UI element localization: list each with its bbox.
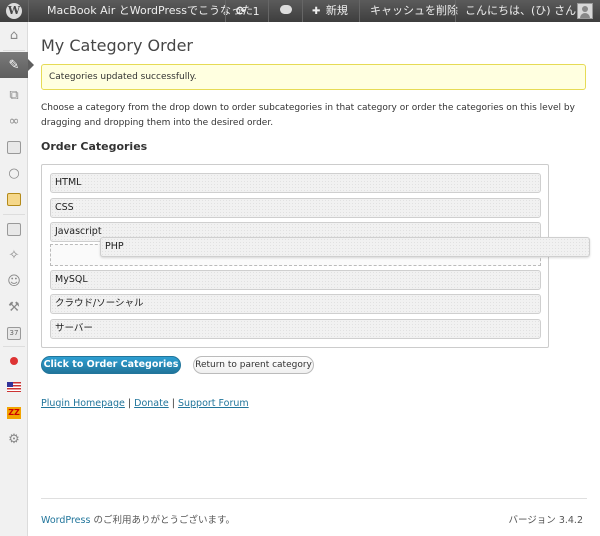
avatar[interactable] <box>577 3 593 19</box>
links-icon[interactable]: ∞ <box>0 108 28 134</box>
plus-icon: ✚ <box>312 6 321 17</box>
settings-icon[interactable]: 37 <box>0 320 28 346</box>
new-label: 新規 <box>325 4 348 17</box>
admin-sidebar: ⌂ ✎ ⧉ ∞ ○ ✧ ☺ ⚒ 37 ZZ ⚙ <box>0 22 34 536</box>
update-notice: Categories updated successfully. <box>41 64 586 90</box>
refresh-icon: ⟳ <box>236 4 247 18</box>
posts-pin-icon[interactable]: ✎ <box>0 52 34 78</box>
comments-icon[interactable]: ○ <box>0 160 28 186</box>
intro-text: Choose a category from the drop down to … <box>41 103 575 128</box>
appearance-icon[interactable] <box>0 216 28 242</box>
divider <box>268 0 269 22</box>
section-title: Order Categories <box>41 140 148 153</box>
divider <box>3 346 25 347</box>
page-title: My Category Order <box>41 36 193 55</box>
category-item-mysql[interactable]: MySQL <box>50 270 541 290</box>
red-dot-icon[interactable] <box>0 348 28 374</box>
plugin-homepage-link[interactable]: Plugin Homepage <box>41 398 125 409</box>
wordpress-logo-icon[interactable]: W <box>6 3 22 19</box>
plugins-icon[interactable]: ✧ <box>0 242 28 268</box>
comment-icon[interactable] <box>280 0 292 22</box>
link-separator: | <box>127 398 132 409</box>
wordpress-link[interactable]: WordPress <box>41 515 90 526</box>
dashboard-icon[interactable]: ⌂ <box>0 22 28 48</box>
divider <box>225 0 226 22</box>
updates-count: 1 <box>252 5 260 18</box>
return-parent-button[interactable]: Return to parent category <box>193 356 314 374</box>
updates-button[interactable]: ⟳ 1 <box>236 0 260 22</box>
divider <box>28 0 29 22</box>
divider <box>302 0 303 22</box>
users-icon[interactable]: ☺ <box>0 268 28 294</box>
category-item-html[interactable]: HTML <box>50 173 541 193</box>
version-text: バージョン 3.4.2 <box>508 515 583 526</box>
divider <box>3 214 25 215</box>
footer-divider <box>41 498 587 499</box>
category-item-css[interactable]: CSS <box>50 198 541 218</box>
plugin-links: Plugin Homepage | Donate | Support Forum <box>41 398 249 409</box>
tools-icon[interactable]: ⚒ <box>0 294 28 320</box>
footer: WordPress のご利用ありがとうございます。 バージョン 3.4.2 <box>41 512 587 526</box>
divider <box>359 0 360 22</box>
zz-plugin-icon[interactable]: ZZ <box>0 400 28 426</box>
us-flag-icon[interactable] <box>0 374 28 400</box>
divider <box>455 0 456 22</box>
divider <box>3 50 25 51</box>
footer-thanks: のご利用ありがとうございます。 <box>90 515 235 526</box>
media-icon[interactable]: ⧉ <box>0 82 28 108</box>
pages-icon[interactable] <box>0 134 28 160</box>
user-greeting[interactable]: こんにちは、(ひ) さん! <box>465 0 581 22</box>
plugin-box-icon[interactable] <box>0 186 28 212</box>
admin-bar: W MacBook Air とWordPressでこうなった ⟳ 1 ✚ 新規 … <box>0 0 600 22</box>
support-forum-link[interactable]: Support Forum <box>178 398 249 409</box>
site-name-link[interactable]: MacBook Air とWordPressでこうなった <box>47 0 253 22</box>
donate-link[interactable]: Donate <box>134 398 169 409</box>
category-item-server[interactable]: サーバー <box>50 319 541 339</box>
category-item-cloud-social[interactable]: クラウド/ソーシャル <box>50 294 541 314</box>
link-separator: | <box>171 398 175 409</box>
gear-icon[interactable]: ⚙ <box>0 426 28 452</box>
order-categories-button[interactable]: Click to Order Categories <box>41 356 181 374</box>
clear-cache-button[interactable]: キャッシュを削除 <box>370 0 458 22</box>
category-item-php-dragging[interactable]: PHP <box>100 237 590 257</box>
new-content-button[interactable]: ✚ 新規 <box>312 0 348 22</box>
